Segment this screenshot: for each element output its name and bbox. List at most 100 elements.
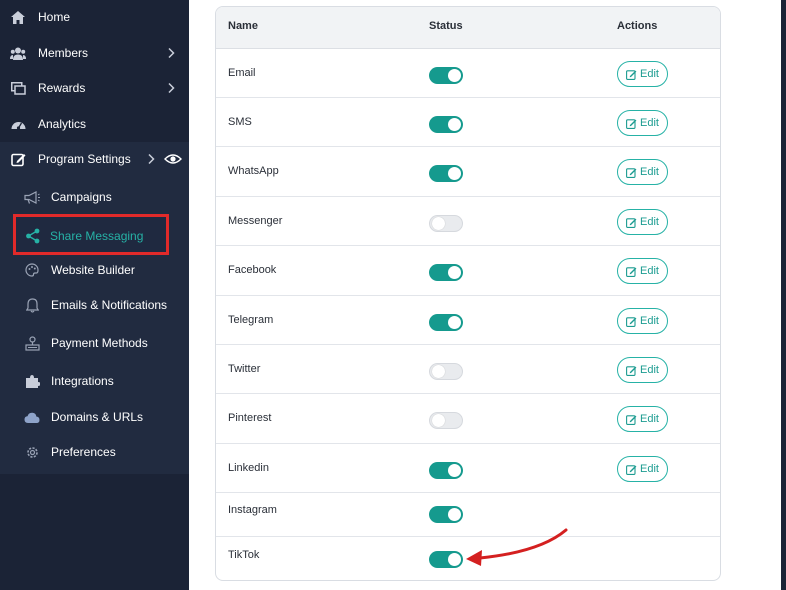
- sidebar-item-program-settings[interactable]: Program Settings: [0, 144, 189, 174]
- table-row: Messenger Edit: [216, 197, 720, 246]
- sidebar-item-label: Rewards: [38, 81, 86, 95]
- bell-icon: [24, 297, 40, 313]
- palette-icon: [24, 262, 40, 278]
- puzzle-icon: [24, 373, 40, 389]
- toggle-knob: [432, 414, 445, 427]
- edit-button[interactable]: Edit: [617, 209, 668, 235]
- edit-button[interactable]: Edit: [617, 406, 668, 432]
- edit-button[interactable]: Edit: [617, 357, 668, 383]
- edit-button-label: Edit: [640, 166, 659, 178]
- sidebar-item-label: Website Builder: [51, 263, 135, 277]
- edit-icon: [10, 151, 26, 167]
- edit-icon: [626, 414, 637, 425]
- edit-button[interactable]: Edit: [617, 159, 668, 185]
- channel-name: SMS: [228, 116, 252, 128]
- sidebar-item-preferences[interactable]: Preferences: [0, 438, 189, 466]
- window-edge: [781, 0, 786, 590]
- cloud-icon: [24, 409, 40, 425]
- edit-button-label: Edit: [640, 364, 659, 376]
- sidebar-item-label: Payment Methods: [51, 336, 148, 350]
- sidebar-item-website-builder[interactable]: Website Builder: [0, 256, 189, 284]
- sidebar-item-analytics[interactable]: Analytics: [0, 109, 189, 139]
- status-toggle[interactable]: [429, 363, 463, 380]
- edit-icon: [626, 118, 637, 129]
- eye-icon[interactable]: [164, 153, 182, 165]
- edit-button[interactable]: Edit: [617, 258, 668, 284]
- edit-button-label: Edit: [640, 463, 659, 475]
- channel-name: Pinterest: [228, 412, 272, 424]
- table-row: Facebook Edit: [216, 246, 720, 296]
- edit-button-label: Edit: [640, 315, 659, 327]
- sidebar-item-label: Emails & Notifications: [51, 298, 168, 312]
- users-icon: [10, 45, 26, 61]
- toggle-knob: [448, 167, 461, 180]
- status-toggle[interactable]: [429, 314, 463, 331]
- channel-name: TikTok: [228, 549, 260, 561]
- edit-button-label: Edit: [640, 68, 659, 80]
- channel-name: Telegram: [228, 314, 274, 326]
- sidebar-item-label: Share Messaging: [50, 229, 144, 243]
- edit-button[interactable]: Edit: [617, 456, 668, 482]
- column-header-actions: Actions: [617, 20, 658, 32]
- sidebar-item-label: Domains & URLs: [51, 410, 144, 424]
- status-toggle[interactable]: [429, 506, 463, 523]
- channel-name: Email: [228, 67, 256, 79]
- chevron-right-icon: [168, 82, 175, 94]
- channel-name: Messenger: [228, 215, 283, 227]
- sidebar-item-emails-notifications[interactable]: Emails & Notifications: [0, 291, 189, 319]
- channel-name: Linkedin: [228, 462, 269, 474]
- edit-button[interactable]: Edit: [617, 110, 668, 136]
- table-row: Twitter Edit: [216, 345, 720, 394]
- megaphone-icon: [24, 189, 40, 205]
- edit-icon: [626, 167, 637, 178]
- edit-button[interactable]: Edit: [617, 308, 668, 334]
- chevron-right-icon: [148, 153, 155, 165]
- toggle-knob: [448, 118, 461, 131]
- channel-name: Instagram: [228, 504, 277, 516]
- status-toggle[interactable]: [429, 264, 463, 281]
- edit-icon: [626, 266, 637, 277]
- table-row: Pinterest Edit: [216, 394, 720, 444]
- toggle-knob: [448, 316, 461, 329]
- status-toggle[interactable]: [429, 116, 463, 133]
- sidebar-item-members[interactable]: Members: [0, 38, 189, 68]
- home-icon: [10, 9, 26, 25]
- sidebar-item-domains-urls[interactable]: Domains & URLs: [0, 403, 189, 431]
- table-row: SMS Edit: [216, 98, 720, 147]
- status-toggle[interactable]: [429, 67, 463, 84]
- edit-icon: [626, 69, 637, 80]
- edit-button-label: Edit: [640, 216, 659, 228]
- status-toggle[interactable]: [429, 462, 463, 479]
- status-toggle[interactable]: [429, 551, 463, 568]
- sidebar-item-campaigns[interactable]: Campaigns: [0, 183, 189, 211]
- sidebar-item-label: Integrations: [51, 374, 114, 388]
- sidebar-item-label: Campaigns: [51, 190, 112, 204]
- table-header: Name Status Actions: [216, 7, 720, 49]
- sidebar-item-label: Members: [38, 46, 89, 60]
- sidebar-item-integrations[interactable]: Integrations: [0, 367, 189, 395]
- table-row: WhatsApp Edit: [216, 147, 720, 197]
- toggle-knob: [448, 69, 461, 82]
- share-messaging-table: Name Status Actions Email Edit SMS Edit What…: [215, 6, 721, 581]
- edit-icon: [626, 217, 637, 228]
- sidebar-item-home[interactable]: Home: [0, 2, 189, 32]
- edit-icon: [626, 464, 637, 475]
- sidebar-item-label: Program Settings: [38, 152, 131, 166]
- status-toggle[interactable]: [429, 215, 463, 232]
- table-row: Linkedin Edit: [216, 444, 720, 493]
- toggle-knob: [448, 266, 461, 279]
- edit-button-label: Edit: [640, 117, 659, 129]
- sidebar-item-rewards[interactable]: Rewards: [0, 73, 189, 103]
- sidebar-item-share-messaging[interactable]: Share Messaging: [13, 214, 169, 255]
- annotation-arrow: [466, 528, 568, 566]
- status-toggle[interactable]: [429, 412, 463, 429]
- table-row: Email Edit: [216, 49, 720, 98]
- status-toggle[interactable]: [429, 165, 463, 182]
- sidebar: Home Members Rewards Analytics Program S…: [0, 0, 189, 590]
- toggle-knob: [432, 365, 445, 378]
- sidebar-item-payment-methods[interactable]: Payment Methods: [0, 329, 189, 357]
- channel-name: Twitter: [228, 363, 261, 375]
- edit-button-label: Edit: [640, 413, 659, 425]
- edit-button[interactable]: Edit: [617, 61, 668, 87]
- dashboard-icon: [10, 116, 26, 132]
